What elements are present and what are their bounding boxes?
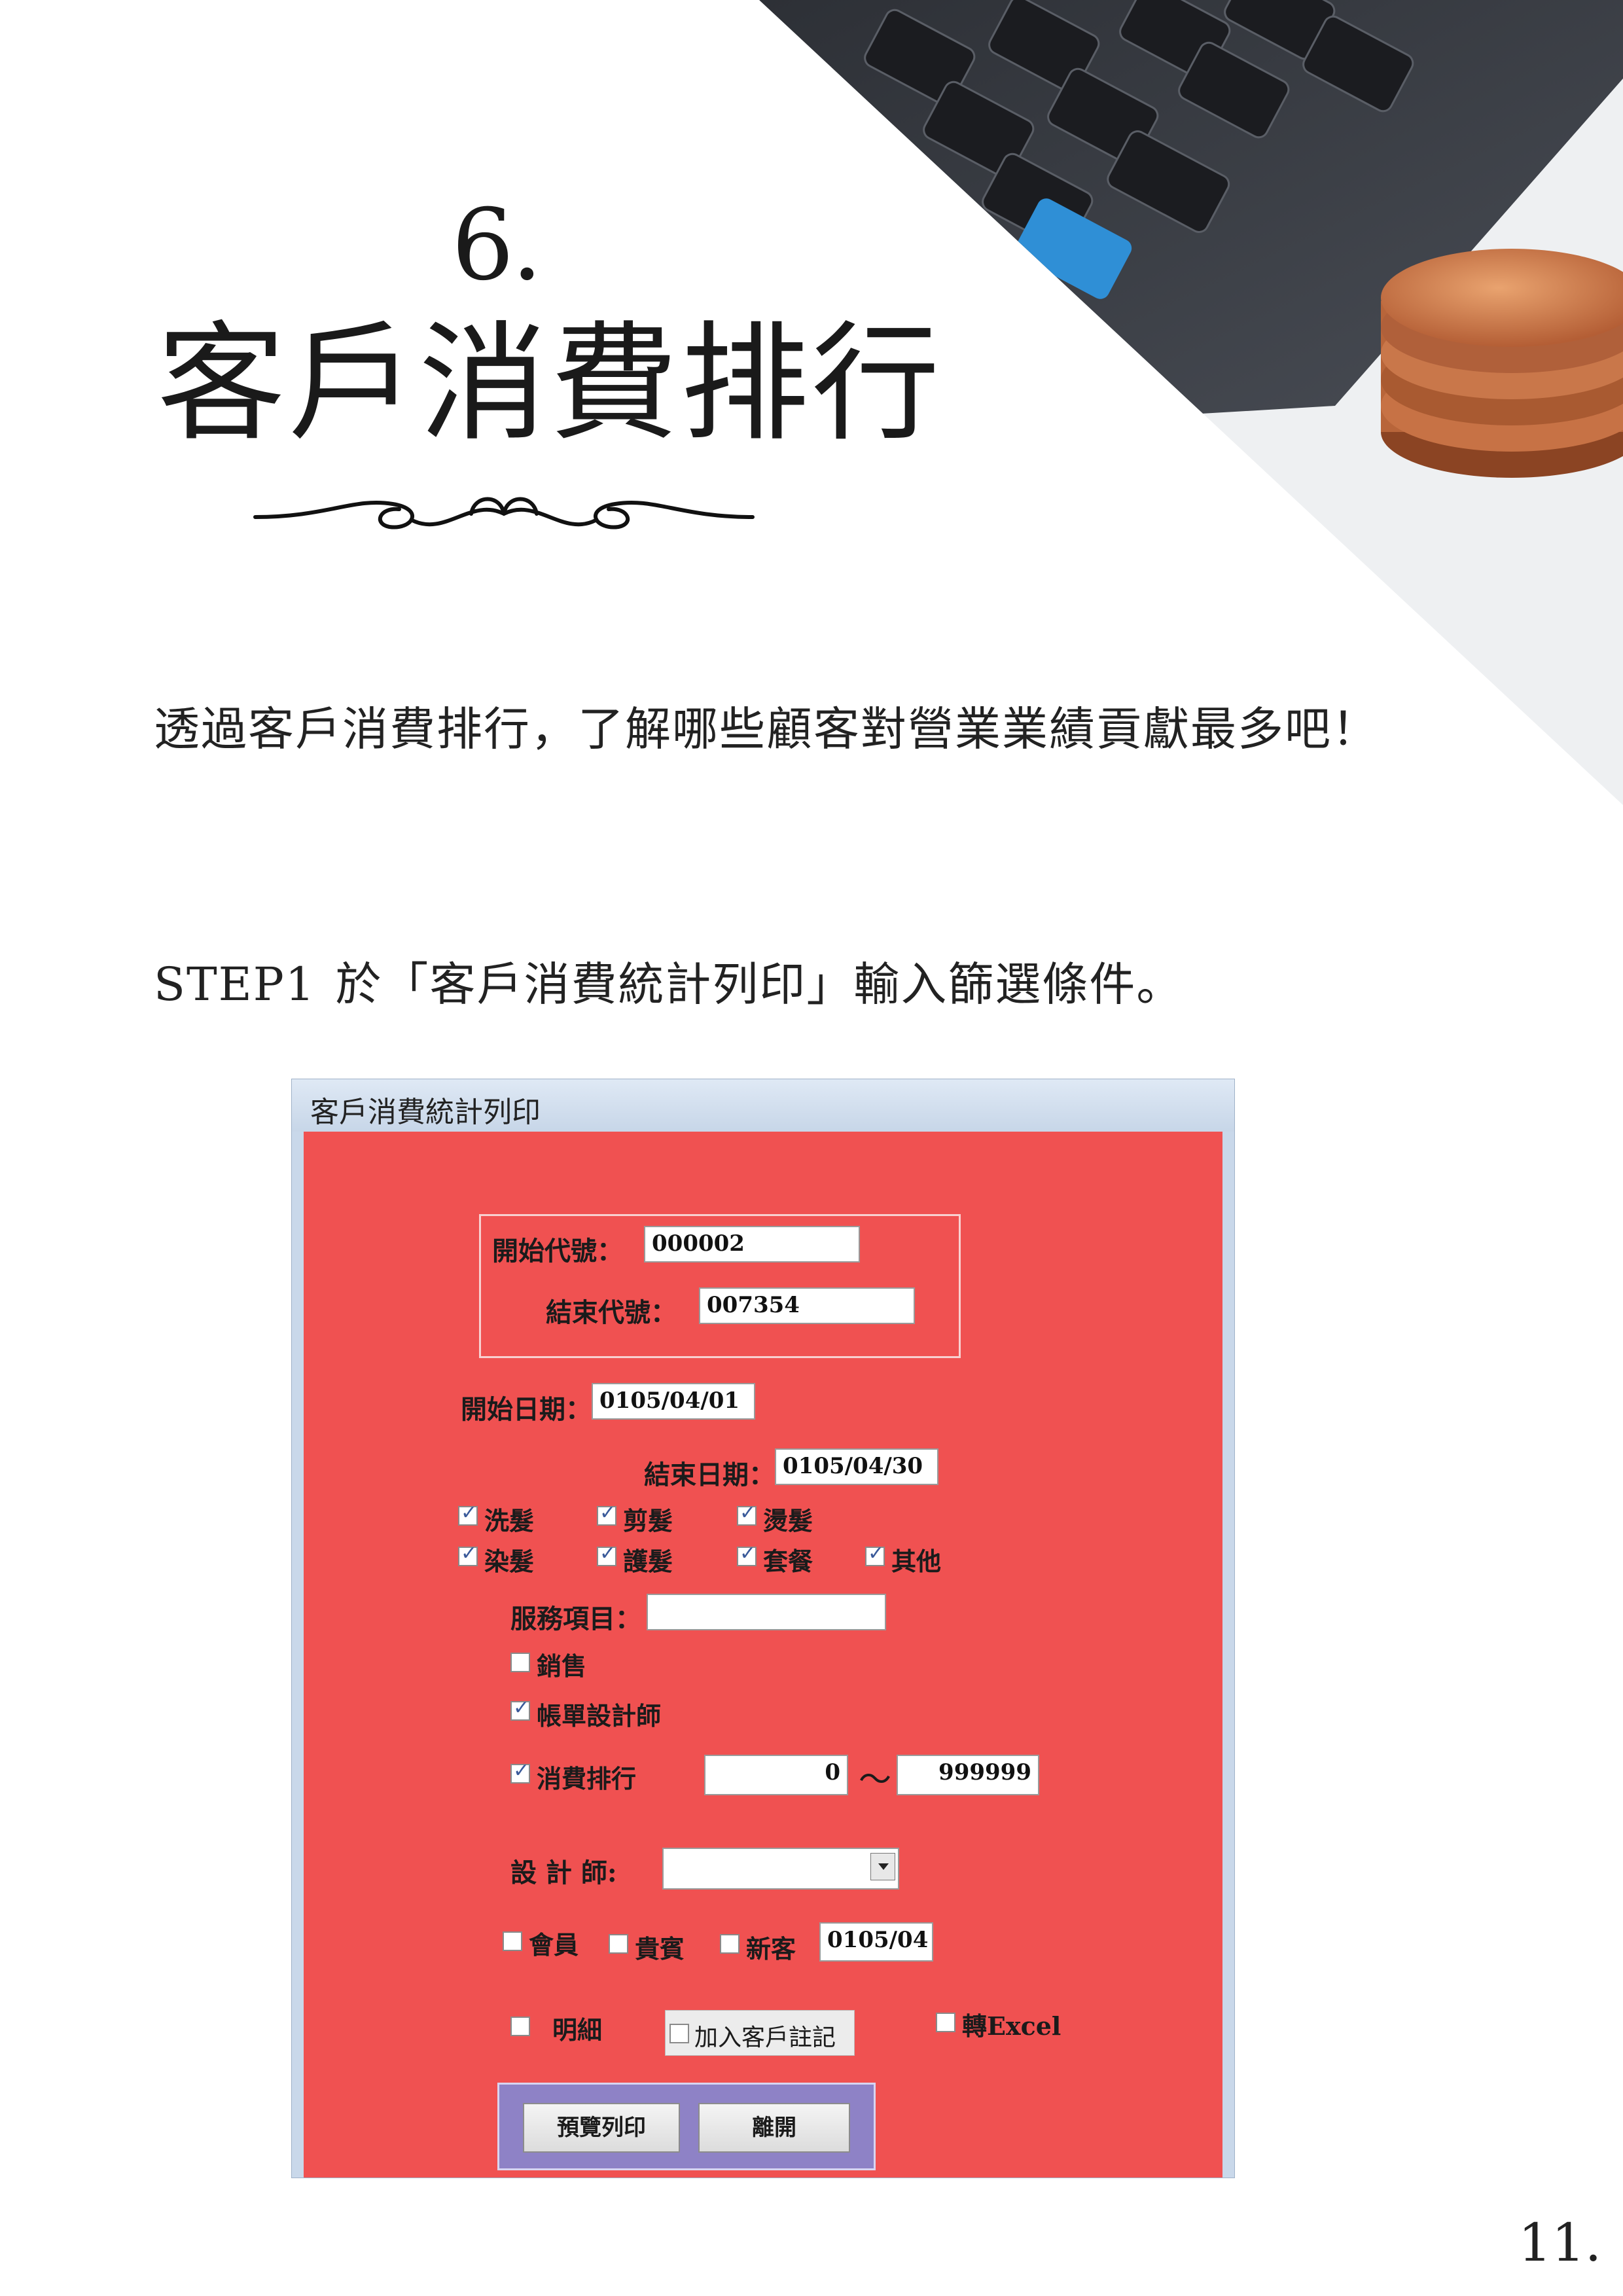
checkbox-excel-label: 轉Excel (962, 2011, 1061, 2041)
date-start-label: 開始日期： (461, 1394, 592, 1425)
date-end-field[interactable]: 0105/04/30 (775, 1448, 938, 1485)
checkbox-other-label: 其他 (891, 1547, 942, 1576)
checkbox-new-customer[interactable] (720, 1934, 740, 1954)
checkbox-bill-designer[interactable] (510, 1696, 530, 1721)
checkbox-member-label: 會員 (529, 1930, 579, 1960)
dialog-title: 客戶消費統計列印 (310, 1096, 541, 1129)
checkbox-wash[interactable] (458, 1501, 478, 1526)
checkbox-excel[interactable] (936, 2013, 955, 2032)
chevron-down-icon[interactable] (870, 1853, 895, 1880)
checkbox-other[interactable] (865, 1542, 885, 1566)
step-text: 於「客戶消費統計列印」輸入篩選條件。 (335, 958, 1184, 1011)
date-start-field[interactable]: 0105/04/01 (592, 1383, 755, 1420)
dialog-panel: 開始代號： 000002 結束代號： 007354 開始日期： 0105/04/… (304, 1132, 1222, 2178)
ranking-to-field[interactable]: 999999 (897, 1755, 1039, 1795)
customer-spending-dialog: 客戶消費統計列印 開始代號： 000002 結束代號： 007354 開始日期：… (291, 1079, 1235, 2178)
chapter-title: 客戶消費排行 (157, 310, 943, 459)
add-note-label: 加入客戶註記 (694, 2024, 836, 2051)
checkbox-vip[interactable] (609, 1934, 628, 1954)
checkbox-member[interactable] (503, 1931, 522, 1951)
designer-select[interactable] (662, 1848, 899, 1890)
checkbox-new-customer-label: 新客 (746, 1934, 796, 1964)
date-end-label: 結束日期： (644, 1460, 775, 1490)
code-end-label: 結束代號： (546, 1297, 677, 1328)
add-customer-note-control[interactable]: 加入客戶註記 (665, 2010, 855, 2056)
checkbox-cut-label: 剪髮 (623, 1506, 673, 1535)
range-separator: ～ (859, 1761, 891, 1799)
flourish-ornament (253, 497, 755, 529)
checkbox-perm[interactable] (737, 1501, 757, 1526)
preview-print-button[interactable]: 預覽列印 (523, 2103, 680, 2153)
code-end-field[interactable]: 007354 (699, 1287, 915, 1324)
new-customer-month-field[interactable]: 0105/04 (819, 1922, 933, 1962)
ranking-from-field[interactable]: 0 (704, 1755, 848, 1795)
checkbox-ranking-label: 消費排行 (537, 1764, 637, 1793)
checkbox-detail[interactable] (510, 2017, 530, 2036)
checkbox-package-label: 套餐 (763, 1547, 813, 1576)
chapter-number: 6. (452, 188, 543, 302)
dialog-titlebar: 客戶消費統計列印 (292, 1079, 1234, 1132)
checkbox-bill-designer-label: 帳單設計師 (537, 1701, 662, 1731)
step-instruction: STEP1 於「客戶消費統計列印」輸入篩選條件。 (154, 948, 1183, 1014)
checkbox-cut[interactable] (597, 1501, 616, 1526)
checkbox-add-note[interactable] (669, 2024, 689, 2043)
designer-label: 設 計 師: (510, 1857, 617, 1888)
checkbox-wash-label: 洗髮 (484, 1506, 535, 1535)
checkbox-ranking[interactable] (510, 1759, 530, 1784)
checkbox-dye[interactable] (458, 1542, 478, 1566)
intro-text: 透過客戶消費排行，了解哪些顧客對營業業績貢獻最多吧！ (154, 702, 1379, 756)
step-label: STEP1 (154, 958, 316, 1011)
checkbox-care[interactable] (597, 1542, 616, 1566)
action-button-group: 預覽列印 離開 (497, 2083, 876, 2170)
code-start-label: 開始代號： (492, 1236, 623, 1266)
checkbox-sales-label: 銷售 (537, 1651, 587, 1681)
page-number: 11. (1518, 2212, 1602, 2273)
checkbox-dye-label: 染髮 (484, 1547, 535, 1576)
checkbox-sales[interactable] (510, 1653, 530, 1672)
exit-button[interactable]: 離開 (698, 2103, 850, 2153)
checkbox-perm-label: 燙髮 (763, 1506, 813, 1535)
checkbox-vip-label: 貴賓 (635, 1934, 685, 1964)
checkbox-care-label: 護髮 (623, 1547, 673, 1576)
checkbox-detail-label: 明細 (552, 2015, 603, 2045)
service-item-field[interactable] (647, 1594, 886, 1630)
code-start-field[interactable]: 000002 (644, 1226, 860, 1263)
checkbox-package[interactable] (737, 1542, 757, 1566)
service-item-label: 服務項目： (510, 1604, 641, 1634)
